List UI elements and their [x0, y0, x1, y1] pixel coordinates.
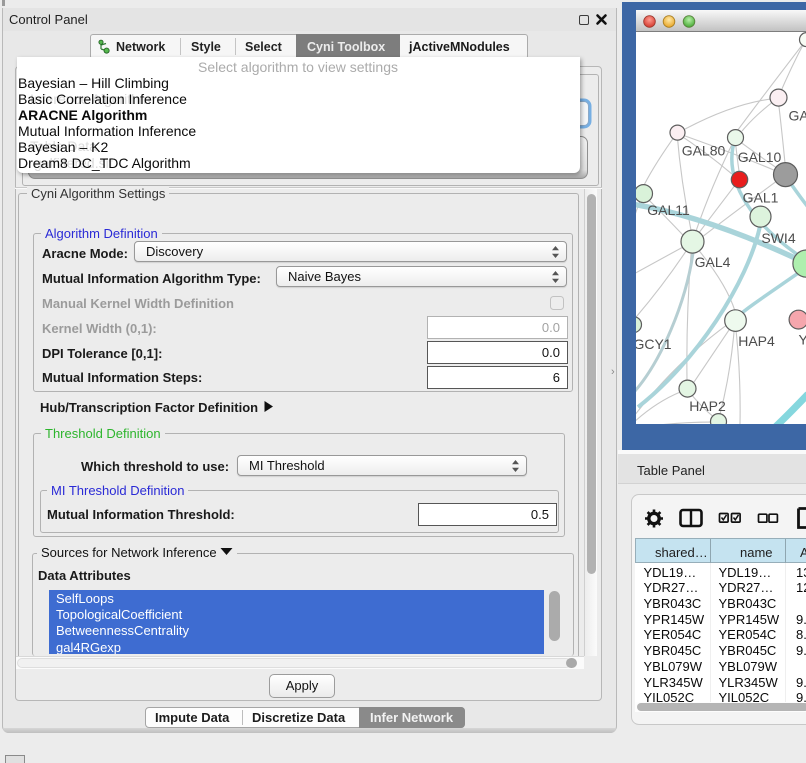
- svg-text:Y: Y: [798, 332, 806, 348]
- svg-text:GCY1: GCY1: [636, 336, 672, 352]
- svg-text:HAP2: HAP2: [689, 398, 726, 414]
- svg-text:HAP4: HAP4: [738, 333, 775, 349]
- svg-text:GAL80: GAL80: [681, 143, 725, 159]
- svg-text:GAL8: GAL8: [788, 108, 806, 124]
- svg-text:SWI4: SWI4: [761, 230, 795, 246]
- svg-text:GAL10: GAL10: [737, 149, 781, 165]
- svg-text:GAL11: GAL11: [647, 202, 690, 218]
- svg-text:GAL1: GAL1: [742, 190, 778, 206]
- svg-text:GAL4: GAL4: [694, 254, 730, 270]
